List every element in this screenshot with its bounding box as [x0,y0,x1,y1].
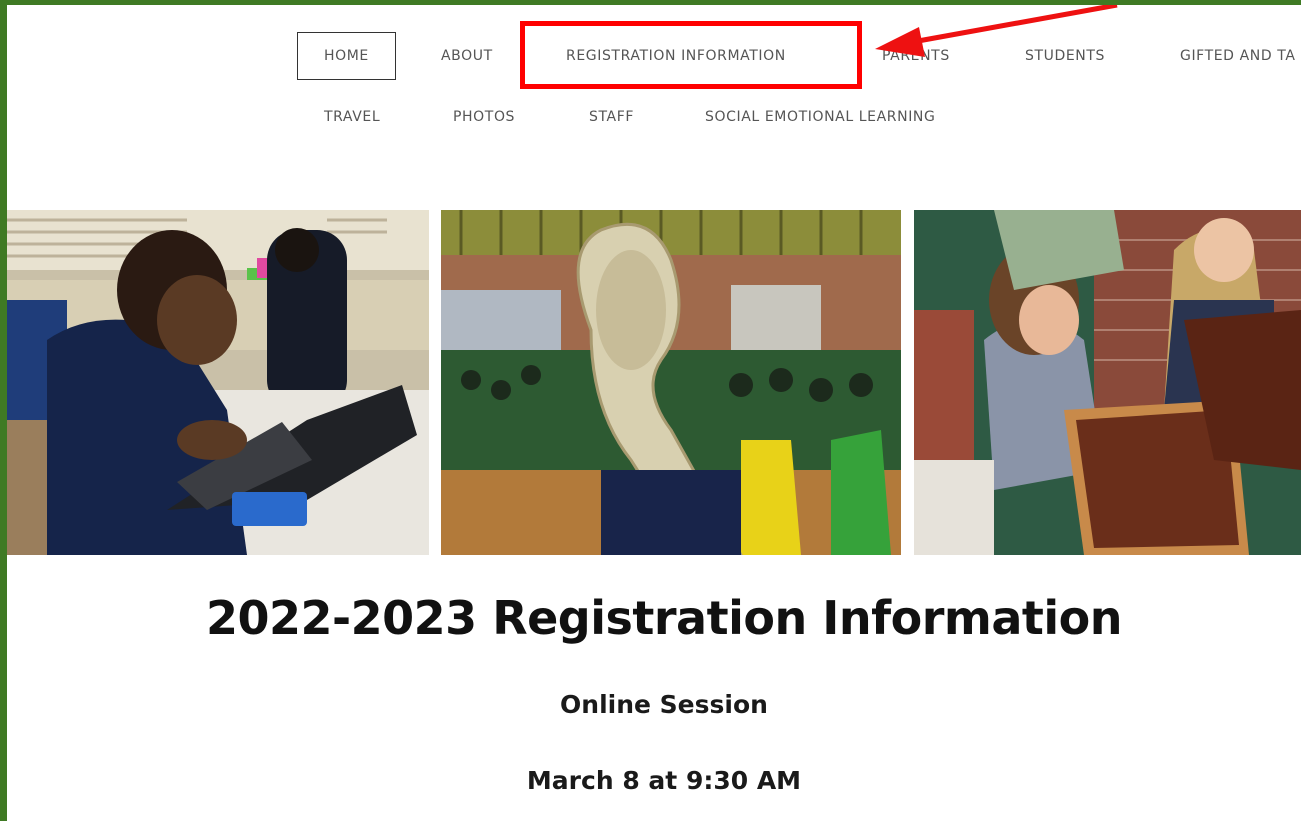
nav-gifted-and-talented[interactable]: GIFTED AND TA [1180,48,1296,64]
nav-staff[interactable]: STAFF [589,109,634,125]
student-laptop-photo [7,210,429,555]
nav-home[interactable]: HOME [297,32,396,80]
session-label: Online Session [560,690,768,719]
page: HOME ABOUT REGISTRATION INFORMATION PARE… [7,5,1301,821]
nav-travel[interactable]: TRAVEL [324,109,380,125]
nav-social-emotional-learning[interactable]: SOCIAL EMOTIONAL LEARNING [705,109,935,125]
annotation-highlight-box [520,21,862,89]
sousaphone-gym-photo [441,210,901,555]
page-title: 2022-2023 Registration Information [206,591,1122,645]
nav-about[interactable]: ABOUT [441,48,493,64]
nav-photos[interactable]: PHOTOS [453,109,515,125]
annotation-arrow-icon [875,5,1118,57]
sifting-dirt-photo [914,210,1301,555]
session-date: March 8 at 9:30 AM [526,766,802,795]
